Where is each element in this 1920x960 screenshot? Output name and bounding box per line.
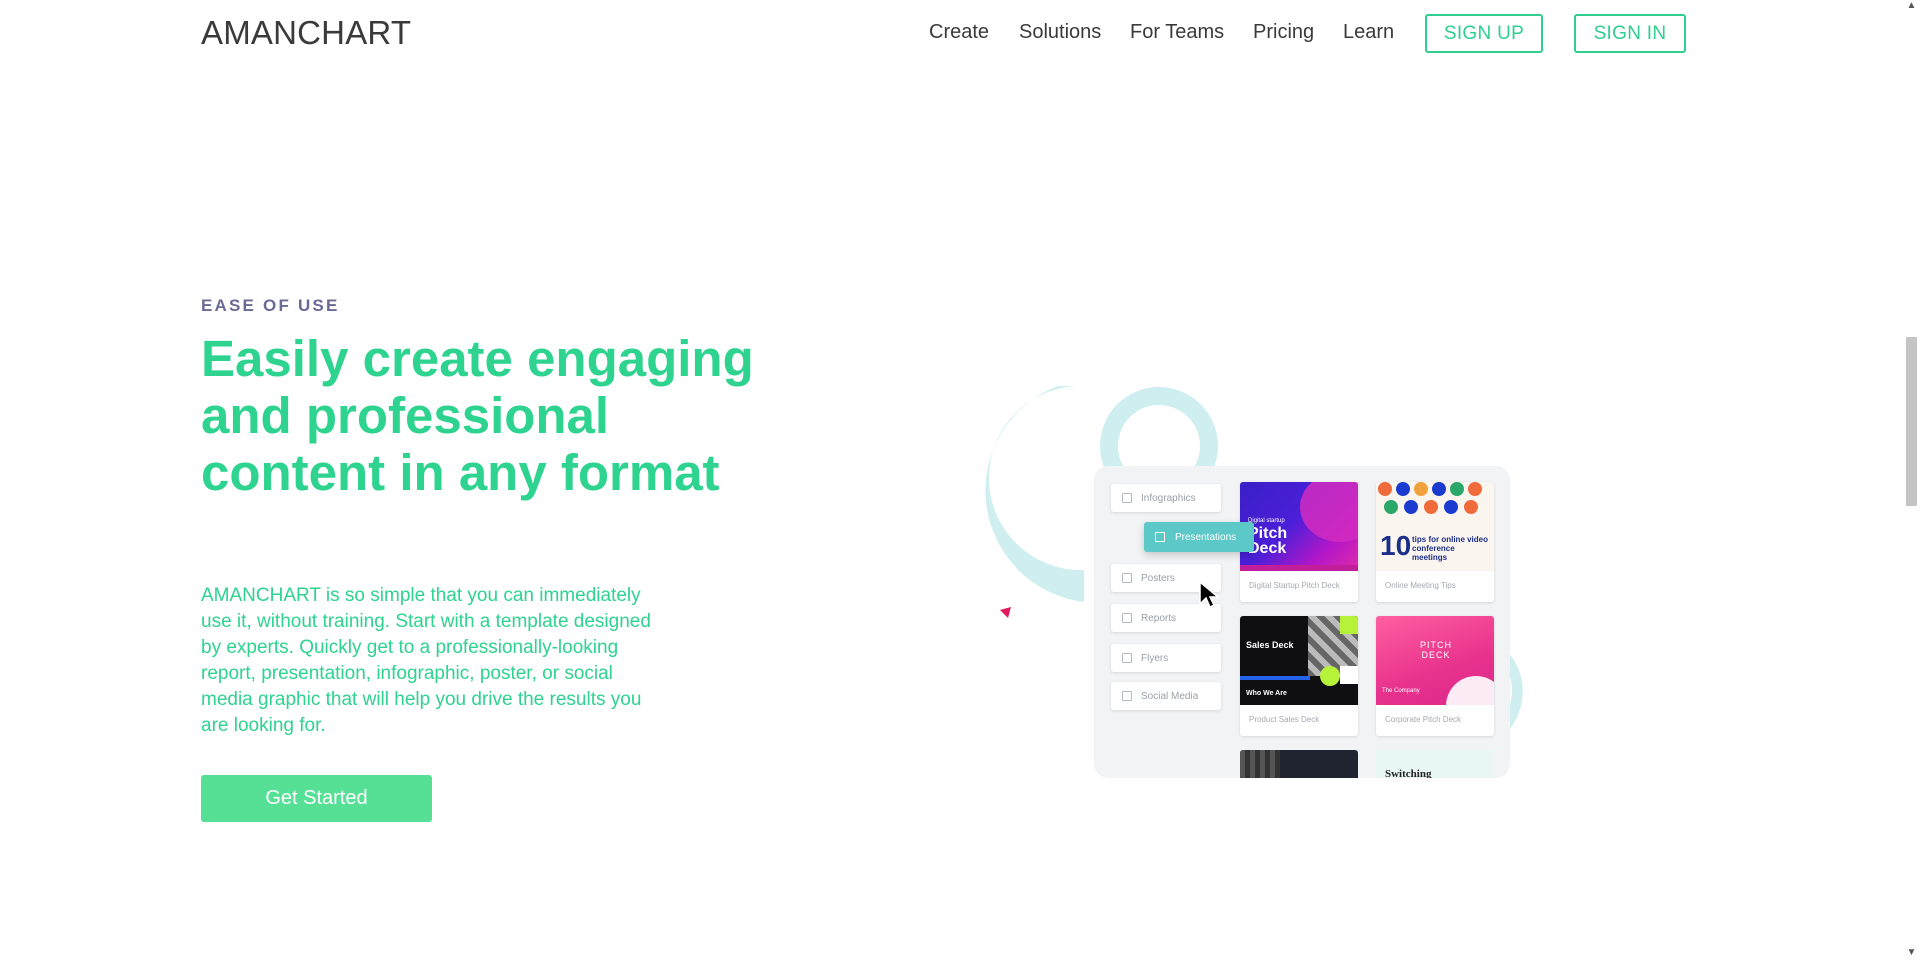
hero-headline: Easily create engaging and professional … [201, 330, 754, 501]
image-icon [1122, 573, 1132, 583]
teal-arc-shape [985, 386, 1084, 602]
template-thumbnail: 10 tips for online video conference meet… [1376, 482, 1494, 571]
logo[interactable]: AMANCHART [201, 14, 411, 52]
hero-description: AMANCHART is so simple that you can imme… [201, 585, 651, 736]
menu-item-label: Social Media [1141, 690, 1199, 702]
card-title: Switching [1385, 768, 1432, 778]
menu-item-presentations[interactable]: Presentations [1144, 522, 1254, 552]
template-thumbnail: Sales Deck Who We Are [1240, 616, 1358, 705]
template-caption: Online Meeting Tips [1385, 581, 1456, 590]
chart-icon [1122, 613, 1132, 623]
sign-in-button[interactable]: SIGN IN [1574, 14, 1686, 53]
scrollbar-thumb[interactable] [1906, 337, 1917, 506]
menu-item-label: Flyers [1141, 652, 1169, 664]
sign-up-button[interactable]: SIGN UP [1425, 14, 1543, 53]
template-card-partial-light: Switching [1376, 750, 1494, 778]
card-title: PITCH DECK [1420, 640, 1452, 660]
template-card-sales-deck[interactable]: Sales Deck Who We Are Product Sales Deck [1240, 616, 1358, 736]
cursor-icon [1199, 580, 1221, 609]
template-card-digital-startup[interactable]: Digital startup Pitch Deck Digital Start… [1240, 482, 1358, 602]
template-card-partial-dark [1240, 750, 1358, 778]
card-title: Pitch Deck [1248, 525, 1288, 557]
document-icon [1122, 653, 1132, 663]
template-thumbnail: Digital startup Pitch Deck [1240, 482, 1358, 571]
nav-solutions[interactable]: Solutions [1019, 21, 1101, 44]
template-caption: Product Sales Deck [1249, 715, 1320, 724]
card-number: 10 [1380, 530, 1412, 561]
template-picker-panel: Infographics Posters Reports Flyers Soci… [1094, 466, 1510, 778]
template-card-corporate-pitch[interactable]: PITCH DECK The Company Corporate Pitch D… [1376, 616, 1494, 736]
image-icon [1122, 691, 1132, 701]
nav-for-teams[interactable]: For Teams [1130, 21, 1224, 44]
menu-item-infographics[interactable]: Infographics [1111, 484, 1221, 512]
templates-illustration: Infographics Posters Reports Flyers Soci… [970, 380, 1540, 800]
menu-item-label: Infographics [1141, 492, 1196, 504]
nav-create[interactable]: Create [929, 21, 989, 44]
template-caption: Corporate Pitch Deck [1385, 715, 1462, 724]
presentation-icon [1155, 532, 1165, 542]
menu-item-label: Presentations [1175, 531, 1237, 543]
card-title: tips for online video conference meeting… [1412, 535, 1489, 562]
menu-item-label: Reports [1141, 612, 1177, 624]
nav-pricing[interactable]: Pricing [1253, 21, 1314, 44]
menu-item-label: Posters [1141, 572, 1175, 584]
scroll-down-icon[interactable]: ▼ [1906, 947, 1917, 958]
image-icon [1122, 493, 1132, 503]
card-subtitle: The Company [1382, 688, 1420, 694]
card-subtitle: Who We Are [1246, 690, 1287, 697]
scrollbar[interactable]: ▲ ▼ [1903, 0, 1920, 960]
template-card-online-meeting[interactable]: 10 tips for online video conference meet… [1376, 482, 1494, 602]
section-eyebrow: EASE OF USE [201, 296, 340, 315]
template-caption: Digital Startup Pitch Deck [1249, 581, 1340, 590]
nav-learn[interactable]: Learn [1343, 21, 1394, 44]
card-title: Sales Deck [1246, 640, 1294, 650]
menu-item-flyers[interactable]: Flyers [1111, 644, 1221, 672]
pink-triangle-shape [1000, 607, 1011, 618]
menu-item-social-media[interactable]: Social Media [1111, 682, 1221, 710]
template-thumbnail: PITCH DECK The Company [1376, 616, 1494, 705]
get-started-button[interactable]: Get Started [201, 775, 432, 822]
scroll-up-icon[interactable]: ▲ [1906, 0, 1917, 11]
